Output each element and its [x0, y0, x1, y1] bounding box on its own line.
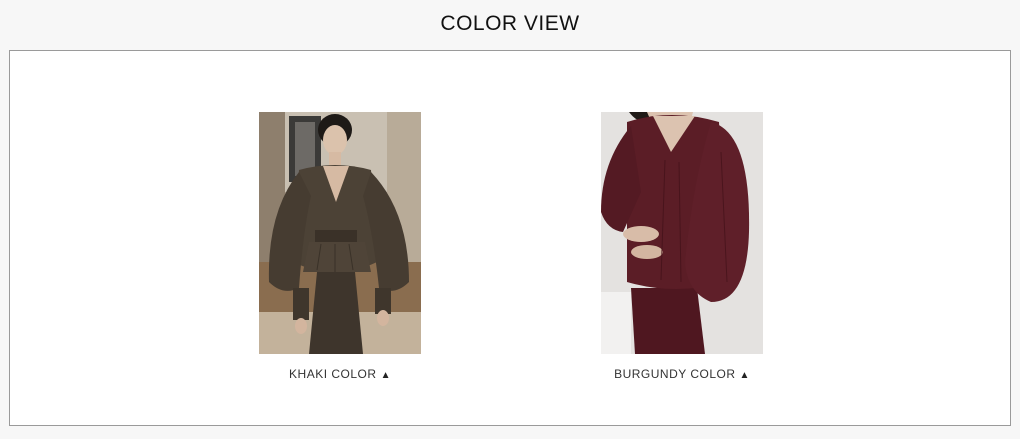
color-view-panel: KHAKI COLOR ▲ BURGUNDY COLOR ▲ [9, 50, 1011, 426]
color-view-page: COLOR VIEW KHAKI COLOR ▲ BURGUNDY COLOR … [0, 0, 1020, 439]
triangle-up-icon: ▲ [380, 370, 391, 381]
page-title: COLOR VIEW [440, 12, 580, 35]
burgundy-product-photo[interactable] [601, 112, 763, 354]
khaki-product-photo[interactable] [259, 112, 421, 354]
khaki-color-label[interactable]: KHAKI COLOR ▲ [199, 367, 481, 381]
product-khaki[interactable]: KHAKI COLOR ▲ [259, 112, 421, 381]
burgundy-color-label[interactable]: BURGUNDY COLOR ▲ [541, 367, 823, 381]
product-burgundy[interactable]: BURGUNDY COLOR ▲ [601, 112, 763, 381]
burgundy-color-text: BURGUNDY COLOR [614, 367, 736, 381]
triangle-up-icon: ▲ [739, 370, 750, 381]
khaki-color-text: KHAKI COLOR [289, 367, 377, 381]
